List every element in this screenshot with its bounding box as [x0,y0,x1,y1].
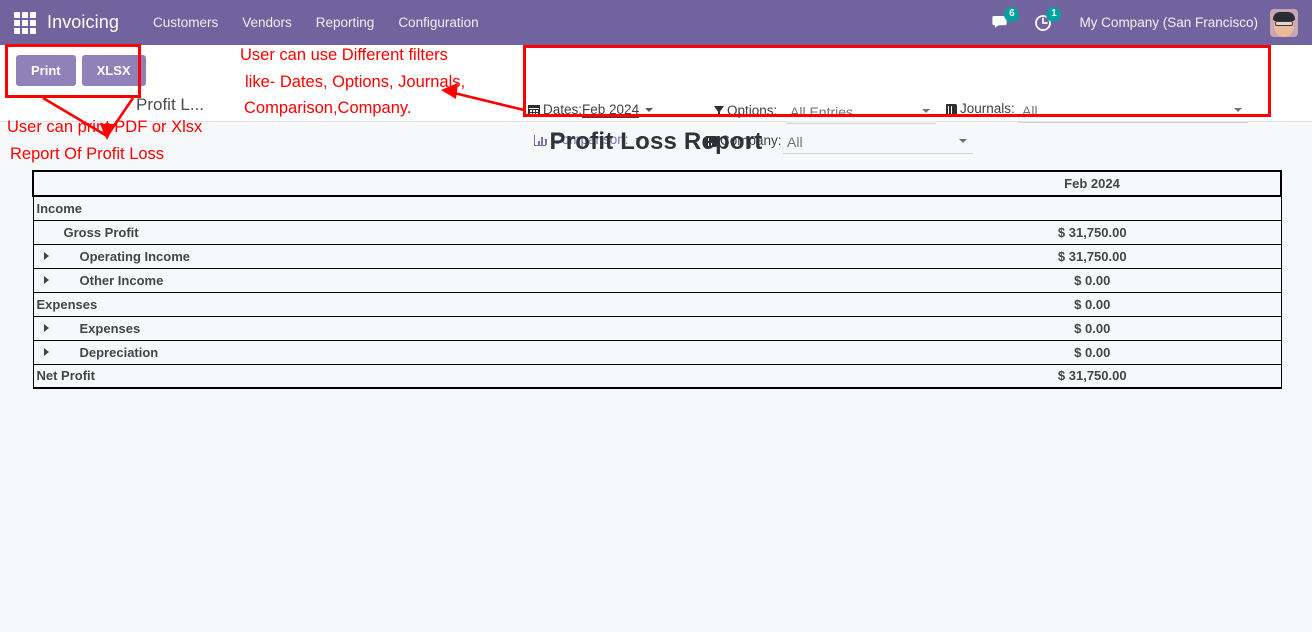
row-label-cell[interactable]: Expenses [32,291,904,317]
table-header-row: Feb 2024 [32,170,1282,197]
row-value-cell[interactable]: $ 31,750.00 [904,219,1282,245]
row-label-cell[interactable]: Expenses [32,315,904,341]
filter-dates[interactable]: Dates: Feb 2024 [527,102,654,118]
table-body: Income Gross Profit $ 31,750.00 Operating I… [32,195,1282,389]
avatar-glasses [1275,20,1293,26]
row-label: Other Income [79,272,164,288]
book-icon [946,102,957,117]
chevron-down-icon [922,109,930,113]
top-navbar: Invoicing Customers Vendors Reporting Co… [0,0,1312,45]
chevron-down-icon[interactable] [645,108,654,112]
activities-button[interactable]: 1 [1023,0,1063,45]
messages-button[interactable]: 6 [981,0,1021,45]
row-label-cell[interactable]: Operating Income [32,243,904,269]
row-value-cell[interactable]: $ 0.00 [904,291,1282,317]
filter-journals-label: Journals: [960,101,1015,116]
table-row[interactable]: Net Profit $ 31,750.00 [32,363,1282,389]
filter-dates-label: Dates: [543,102,583,117]
row-label: Gross Profit [63,224,139,240]
row-value-cell[interactable]: $ 31,750.00 [904,363,1282,389]
row-value: $ 0.00 [1074,320,1111,336]
nav-item-vendors[interactable]: Vendors [230,0,304,45]
row-label: Operating Income [79,248,191,264]
user-avatar-icon[interactable] [1270,8,1298,37]
row-label: Depreciation [79,344,159,360]
annotation-print-line2: Report Of Profit Loss [10,145,165,163]
row-value-cell[interactable]: $ 0.00 [904,267,1282,293]
xlsx-button[interactable]: XLSX [81,55,146,86]
row-value: $ 0.00 [1074,296,1111,312]
funnel-icon [714,104,724,119]
table-row[interactable]: Depreciation $ 0.00 [32,339,1282,365]
row-value: $ 31,750.00 [1057,368,1127,384]
row-value-cell[interactable]: $ 31,750.00 [904,243,1282,269]
export-button-group: Print XLSX [16,55,146,86]
avatar-hair [1273,11,1295,21]
chevron-down-icon [1234,108,1242,112]
company-switcher[interactable]: My Company (San Francisco) [1065,15,1268,30]
column-header-period: Feb 2024 [904,170,1282,197]
table-row[interactable]: Operating Income $ 31,750.00 [32,243,1282,269]
table-row[interactable]: Gross Profit $ 31,750.00 [32,219,1282,245]
row-value-cell[interactable]: $ 0.00 [904,339,1282,365]
row-label-cell[interactable]: Gross Profit [32,219,904,245]
filter-dates-value[interactable]: Feb 2024 [582,102,640,118]
annotation-filter-line2: like- Dates, Options, Journals, [245,73,466,91]
table-header: Feb 2024 [32,170,1282,197]
row-value-cell[interactable] [904,195,1282,221]
filter-journals: Journals: [946,101,1015,116]
navbar-right-group: 6 1 My Company (San Francisco) [981,0,1312,45]
annotation-filter-line3: Comparison,Company. [244,99,412,117]
row-label: Net Profit [36,368,96,384]
nav-item-reporting[interactable]: Reporting [304,0,387,45]
annotation-print-line1: User can print PDF or Xlsx [7,118,203,136]
nav-item-customers[interactable]: Customers [141,0,230,45]
row-value: $ 0.00 [1074,344,1111,360]
apps-grid-icon[interactable] [14,11,36,34]
journals-select[interactable]: All [1018,99,1248,123]
row-value-cell[interactable]: $ 0.00 [904,315,1282,341]
print-button[interactable]: Print [16,55,76,86]
column-header-name [32,170,904,197]
table-row[interactable]: Income [32,195,1282,221]
journals-select-value: All [1022,102,1038,119]
calendar-icon [527,103,540,118]
row-label-cell[interactable]: Net Profit [32,363,904,389]
table-row[interactable]: Expenses $ 0.00 [32,291,1282,317]
activities-count-badge: 1 [1046,7,1062,22]
messages-count-badge: 6 [1004,7,1020,22]
row-label-cell[interactable]: Income [32,195,904,221]
row-label: Expenses [36,296,98,312]
row-value: $ 31,750.00 [1057,248,1127,264]
filter-options-label: Options: [727,103,778,118]
row-value: $ 0.00 [1074,272,1111,288]
row-label: Income [36,200,83,216]
filter-options: Options: [714,103,777,118]
profit-loss-table: Feb 2024 Income Gross Profit $ 31,750.00 Op… [32,170,1282,389]
row-label-cell[interactable]: Other Income [32,267,904,293]
annotation-filter-line1: User can use Different filters [240,46,448,64]
table-row[interactable]: Expenses $ 0.00 [32,315,1282,341]
row-label: Expenses [79,320,141,336]
nav-item-configuration[interactable]: Configuration [386,0,490,45]
table-row[interactable]: Other Income $ 0.00 [32,267,1282,293]
row-value: $ 31,750.00 [1057,224,1127,240]
breadcrumb[interactable]: Profit L... [136,95,204,115]
app-brand-invoicing[interactable]: Invoicing [47,12,119,33]
row-label-cell[interactable]: Depreciation [32,339,904,365]
options-select-value: All Entries [790,103,854,120]
options-select[interactable]: All Entries [786,100,936,124]
control-panel: Print XLSX Profit L... Dates: Feb 2024 C… [0,45,1312,154]
